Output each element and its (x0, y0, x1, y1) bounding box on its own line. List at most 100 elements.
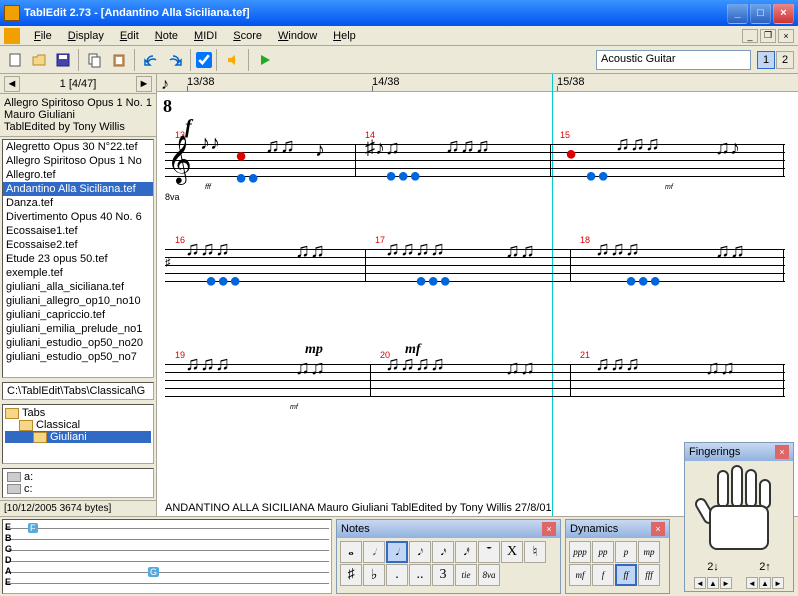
menu-window[interactable]: Window (270, 28, 325, 44)
menu-help[interactable]: Help (325, 28, 364, 44)
menu-display[interactable]: Display (60, 28, 112, 44)
arrow-left-2[interactable]: ◄ (746, 577, 758, 589)
dynamic-button[interactable]: ppp (569, 541, 591, 563)
path-display: C:\TablEdit\Tabs\Classical\G (2, 382, 154, 400)
index-finger[interactable] (717, 470, 729, 508)
close-button[interactable]: × (773, 3, 794, 24)
file-item[interactable]: Ecossaise1.tef (3, 224, 153, 238)
note-duration-button[interactable]: . (386, 564, 408, 586)
file-item[interactable]: giuliani_estudio_op50_no20 (3, 336, 153, 350)
note-duration-button[interactable]: 8va (478, 564, 500, 586)
arrow-up-2[interactable]: ▲ (759, 577, 771, 589)
menu-note[interactable]: Note (147, 28, 186, 44)
next-file-button[interactable]: ► (136, 76, 152, 92)
file-item[interactable]: giuliani_estudio_op50_no7 (3, 350, 153, 364)
open-button[interactable] (28, 49, 50, 71)
tablature-display[interactable]: EBGDAEFG (2, 519, 332, 594)
file-item[interactable]: giuliani_emilia_prelude_no1 (3, 322, 153, 336)
dynamic-button[interactable]: fff (638, 564, 660, 586)
play-button[interactable] (254, 49, 276, 71)
redo-button[interactable] (164, 49, 186, 71)
tree-item[interactable]: Classical (5, 419, 151, 431)
note-duration-button[interactable]: .. (409, 564, 431, 586)
minimize-button[interactable]: _ (727, 3, 748, 24)
file-item[interactable]: exemple.tef (3, 266, 153, 280)
file-item[interactable]: giuliani_alla_siciliana.tef (3, 280, 153, 294)
drive-a[interactable]: a: (5, 471, 151, 483)
note-duration-button[interactable]: 𝅝 (340, 541, 362, 563)
arrow-left-1[interactable]: ◄ (694, 577, 706, 589)
middle-finger[interactable] (731, 465, 743, 508)
dynamic-button[interactable]: pp (592, 541, 614, 563)
file-item[interactable]: Alegretto Opus 30 N°22.tef (3, 140, 153, 154)
menu-midi[interactable]: MIDI (186, 28, 225, 44)
file-item[interactable]: Ecossaise2.tef (3, 238, 153, 252)
ruler[interactable]: ♪ 13/3814/3815/38 (157, 74, 798, 92)
note-duration-button[interactable]: 𝄻 (478, 541, 500, 563)
arrow-pad-1: ◄ ▲ ► (694, 577, 732, 589)
note-duration-button[interactable]: 𝅘𝅥𝅰 (455, 541, 477, 563)
notes-palette-close-button[interactable]: × (542, 522, 556, 536)
arrow-up-1[interactable]: ▲ (707, 577, 719, 589)
drive-list[interactable]: a: c: (2, 468, 154, 498)
dynamics-palette-close-button[interactable]: × (651, 522, 665, 536)
file-list[interactable]: Alegretto Opus 30 N°22.tefAllegro Spirit… (2, 139, 154, 378)
new-button[interactable] (4, 49, 26, 71)
menu-score[interactable]: Score (225, 28, 270, 44)
file-item[interactable]: Etude 23 opus 50.tef (3, 252, 153, 266)
file-item[interactable]: Divertimento Opus 40 No. 6 (3, 210, 153, 224)
ring-finger[interactable] (745, 469, 757, 508)
prev-file-button[interactable]: ◄ (4, 76, 20, 92)
copy-button[interactable] (84, 49, 106, 71)
drive-c[interactable]: c: (5, 483, 151, 495)
note-duration-button[interactable]: ♯ (340, 564, 362, 586)
sound-button[interactable] (222, 49, 244, 71)
maximize-button[interactable]: □ (750, 3, 771, 24)
dynamic-button[interactable]: mf (569, 564, 591, 586)
file-item[interactable]: giuliani_allegro_op10_no10 (3, 294, 153, 308)
paste-button[interactable] (108, 49, 130, 71)
instrument-selector[interactable]: Acoustic Guitar (596, 50, 751, 70)
note-duration-button[interactable]: 𝅘𝅥𝅯 (432, 541, 454, 563)
module-1-button[interactable]: 1 (757, 51, 775, 69)
note-duration-button[interactable]: 𝅘𝅥𝅮 (409, 541, 431, 563)
file-item[interactable]: Danza.tef (3, 196, 153, 210)
mdi-close-button[interactable]: × (778, 29, 794, 43)
hand-diagram[interactable] (689, 465, 789, 555)
save-button[interactable] (52, 49, 74, 71)
dynamic-button[interactable]: f (592, 564, 614, 586)
folder-tree[interactable]: TabsClassicalGiuliani (2, 404, 154, 464)
undo-button[interactable] (140, 49, 162, 71)
toggle-checkbox[interactable] (196, 52, 212, 68)
note-duration-button[interactable]: ♮ (524, 541, 546, 563)
note-duration-button[interactable]: ♭ (363, 564, 385, 586)
arrow-right-2[interactable]: ► (772, 577, 784, 589)
tree-item[interactable]: Tabs (5, 407, 151, 419)
mdi-minimize-button[interactable]: _ (742, 29, 758, 43)
menu-file[interactable]: File (26, 28, 60, 44)
dynamic-button[interactable]: p (615, 541, 637, 563)
note-duration-button[interactable]: 3 (432, 564, 454, 586)
note-duration-button[interactable]: 𝅗𝅥 (363, 541, 385, 563)
fingerings-close-button[interactable]: × (775, 445, 789, 459)
tree-item[interactable]: Giuliani (5, 431, 151, 443)
arrow-right-1[interactable]: ► (720, 577, 732, 589)
file-item[interactable]: giuliani_capriccio.tef (3, 308, 153, 322)
save-disk-icon (55, 52, 71, 68)
tab-note[interactable]: F (28, 523, 38, 533)
file-item[interactable]: Andantino Alla Siciliana.tef (3, 182, 153, 196)
dynamic-button[interactable]: mp (638, 541, 660, 563)
file-item[interactable]: Allegro.tef (3, 168, 153, 182)
note-duration-button[interactable]: tie (455, 564, 477, 586)
measure-15: 15 (560, 130, 570, 140)
menu-edit[interactable]: Edit (112, 28, 147, 44)
note-duration-button[interactable]: 𝅘𝅥 (386, 541, 408, 563)
note-duration-button[interactable]: X (501, 541, 523, 563)
window-title: TablEdit 2.73 - [Andantino Alla Sicilian… (24, 7, 727, 19)
ruler-mark: 14/38 (372, 76, 400, 88)
module-2-button[interactable]: 2 (776, 51, 794, 69)
dynamic-button[interactable]: ff (615, 564, 637, 586)
file-item[interactable]: Allegro Spiritoso Opus 1 No (3, 154, 153, 168)
mdi-restore-button[interactable]: ❐ (760, 29, 776, 43)
tab-note[interactable]: G (148, 567, 159, 577)
